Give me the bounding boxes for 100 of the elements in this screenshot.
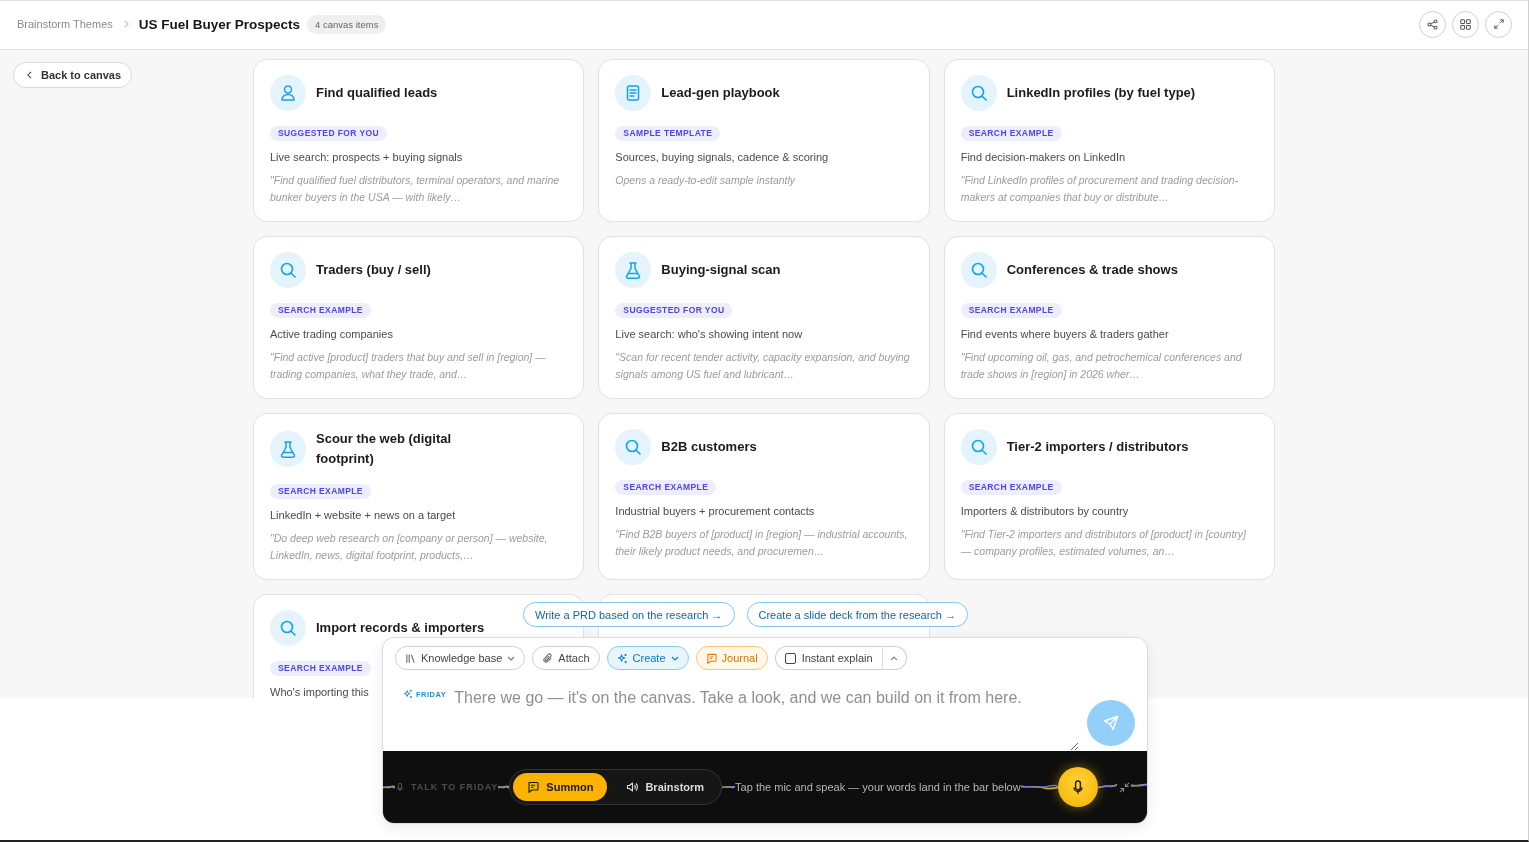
suggestion-card[interactable]: Tier-2 importers / distributors SEARCH EXAMPLE Importers & distributors by country "Find Tier-2 importers and distributors of [product] in [country] — company profiles, estimated volumes, an…: [943, 413, 1275, 580]
microphone-icon: [1070, 779, 1086, 795]
page-title: US Fuel Buyer Prospects: [138, 16, 301, 32]
mode-tab[interactable]: Brainstorm: [612, 773, 719, 801]
card-description: Live search: who's showing intent now: [615, 327, 803, 341]
waveform-drawing: [722, 783, 736, 791]
category-tag: SEARCH EXAMPLE: [270, 303, 371, 318]
suggestion-card[interactable]: Conferences & trade shows SEARCH EXAMPLE Find events where buyers & traders gather "Find upcoming oil, gas, and petrochemical conferences and trade shows in [region] in 2026 wher…: [943, 236, 1275, 399]
card-description: Find decision-makers on LinkedIn: [960, 150, 1126, 164]
suggestion-card[interactable]: Scour the web (digital footprint) SEARCH EXAMPLE LinkedIn + website + news on a target "Do deep web research on [company or person] — website, LinkedIn, news, digital footprint, products,…: [253, 413, 585, 580]
card-description: Importers & distributors by country: [960, 504, 1129, 518]
collapse-button[interactable]: [1117, 780, 1131, 794]
search-icon: [270, 252, 306, 288]
prompt-preview: "Find upcoming oil, gas, and petrochemical conferences and trade shows in [region] in 2026 wher…: [960, 350, 1243, 382]
prompt-preview: "Scan for recent tender activity, capacity expansion, and buying signals among US fuel and lubricant…: [615, 350, 911, 382]
document-icon: [615, 75, 652, 111]
waveform-drawing: [498, 783, 510, 791]
card-description: Active trading companies: [270, 327, 393, 341]
caret-down-icon: [670, 655, 679, 661]
share-icon: [1427, 18, 1438, 30]
prompt-preview: "Find LinkedIn profiles of procurement and trading decision-makers at companies that buy or distribute…: [960, 173, 1240, 205]
prompt-preview: "Find B2B buyers of [product] in [region] — industrial accounts, their likely product needs, and procuremen…: [615, 527, 909, 559]
suggestion-card[interactable]: Traders (buy / sell) SEARCH EXAMPLE Active trading companies "Find active [product] traders that buy and sell in [region] — trading companies, what they trade, and…: [253, 236, 585, 399]
mode-tab[interactable]: Summon: [513, 773, 608, 801]
category-tag: SEARCH EXAMPLE: [270, 661, 371, 676]
composer-dialog[interactable]: [382, 637, 1148, 824]
category-tag: SEARCH EXAMPLE: [960, 126, 1062, 141]
prompt-preview: "Find qualified fuel distributors, terminal operators, and marine bunker buyers in the USA — with likely…: [270, 173, 561, 205]
create-button[interactable]: Create: [606, 646, 689, 670]
card-title: B2B customers: [661, 438, 757, 456]
sparkle-icon: [403, 689, 413, 699]
microphone-button[interactable]: [1058, 767, 1098, 807]
search-icon: [270, 610, 306, 646]
knowledge-base-button[interactable]: Knowledge base: [395, 646, 526, 670]
breadcrumb-link[interactable]: Brainstorm Themes: [17, 18, 113, 30]
share-button[interactable]: [1419, 10, 1446, 38]
back-button[interactable]: Back to canvas: [13, 62, 133, 88]
search-icon: [960, 429, 997, 465]
caret-down-icon: [507, 655, 516, 661]
suggestion-chip[interactable]: Create a slide deck from the research →: [746, 602, 968, 627]
send-icon: [1103, 715, 1119, 731]
card-description: Industrial buyers + procurement contacts: [615, 504, 815, 518]
suggestion-chip[interactable]: Write a PRD based on the research →: [523, 602, 735, 627]
sparkle-icon: [616, 652, 628, 664]
waveform-drawing: [1020, 783, 1058, 791]
category-tag: SEARCH EXAMPLE: [615, 480, 717, 495]
voice-label: TALK TO FRIDAY: [411, 782, 499, 792]
search-icon: [960, 75, 997, 111]
category-tag: SEARCH EXAMPLE: [960, 303, 1062, 318]
card-title: LinkedIn profiles (by fuel type): [1006, 84, 1196, 102]
suggestion-card[interactable]: Buying-signal scan SUGGESTED FOR YOU Live search: who's showing intent now "Scan for recent tender activity, capacity expansion, and buying signals among US fuel and lubricant…: [598, 236, 930, 399]
books-icon: [405, 652, 416, 664]
suggestion-card[interactable]: Find qualified leads SUGGESTED FOR YOU Live search: prospects + buying signals "Find qualified fuel distributors, terminal operators, and marine bunker buyers in the USA — with likely…: [253, 59, 585, 222]
card-title: Lead-gen playbook: [661, 84, 780, 102]
card-description: LinkedIn + website + news on a target: [270, 508, 456, 522]
waveform-drawing: [1098, 783, 1117, 791]
card-title: Buying-signal scan: [661, 261, 781, 279]
search-icon: [960, 252, 997, 288]
prompt-preview: "Do deep web research on [company or person] — website, LinkedIn, news, digital footprint, products,…: [270, 531, 549, 563]
caret-up-icon: [889, 655, 898, 661]
category-tag: SAMPLE TEMPLATE: [615, 126, 721, 141]
paperclip-icon: [542, 652, 554, 664]
prompt-preview: "Find active [product] traders that buy and sell in [region] — trading companies, what they trade, and…: [270, 350, 547, 382]
card-title: Conferences & trade shows: [1006, 261, 1178, 279]
card-title: Traders (buy / sell): [316, 261, 431, 279]
checkbox[interactable]: [784, 652, 796, 664]
search-icon: [615, 429, 652, 465]
item-count-badge: 4 canvas items: [307, 14, 387, 34]
category-tag: SUGGESTED FOR YOU: [615, 303, 733, 318]
suggestion-card[interactable]: Lead-gen playbook SAMPLE TEMPLATE Sources, buying signals, cadence & scoring Opens a ready-to-edit sample instantly: [598, 59, 930, 222]
prompt-preview: "Find Tier-2 importers and distributors of [product] in [country] — company profiles, estimated volumes, an…: [960, 527, 1247, 559]
chevron-right-icon: [123, 20, 129, 28]
grid-icon: [1460, 18, 1471, 30]
prompt-preview: Opens a ready-to-edit sample instantly: [615, 173, 796, 188]
card-description: Sources, buying signals, cadence & scoring: [615, 150, 829, 164]
flask-icon: [615, 252, 652, 288]
suggestion-card[interactable]: LinkedIn profiles (by fuel type) SEARCH EXAMPLE Find decision-makers on LinkedIn "Find LinkedIn profiles of procurement and trading decision-makers at companies that buy or distribute…: [943, 59, 1275, 222]
category-tag: SEARCH EXAMPLE: [270, 484, 371, 499]
speaker-icon: [626, 781, 639, 793]
expand-icon: [1493, 19, 1504, 29]
category-tag: SEARCH EXAMPLE: [960, 480, 1062, 495]
card-title: Scour the web (digital footprint): [316, 430, 453, 468]
chevron-left-icon: [27, 71, 32, 79]
instant-explain-toggle[interactable]: Instant explain: [774, 646, 883, 670]
card-description: Find events where buyers & traders gather: [960, 327, 1169, 341]
grid-view-button[interactable]: [1452, 10, 1479, 38]
voice-hint: Tap the mic and speak — your words land in the bar below: [735, 781, 1021, 793]
chat-icon: [527, 781, 540, 793]
category-tag: SUGGESTED FOR YOU: [270, 126, 388, 141]
attach-button[interactable]: Attach: [532, 646, 600, 670]
card-title: Find qualified leads: [316, 84, 438, 102]
person-icon: [270, 75, 306, 111]
card-description: Who's importing this: [270, 685, 369, 698]
collapse-icon: [1118, 781, 1130, 793]
message-icon: [705, 652, 717, 664]
waveform-drawing: [383, 783, 395, 791]
card-title: Tier-2 importers / distributors: [1006, 438, 1189, 456]
suggestion-card[interactable]: B2B customers SEARCH EXAMPLE Industrial buyers + procurement contacts "Find B2B buyers of [product] in [region] — industrial accounts, their likely product needs, and procuremen…: [598, 413, 930, 580]
card-description: Live search: prospects + buying signals: [270, 150, 463, 164]
flask-icon: [270, 431, 306, 467]
